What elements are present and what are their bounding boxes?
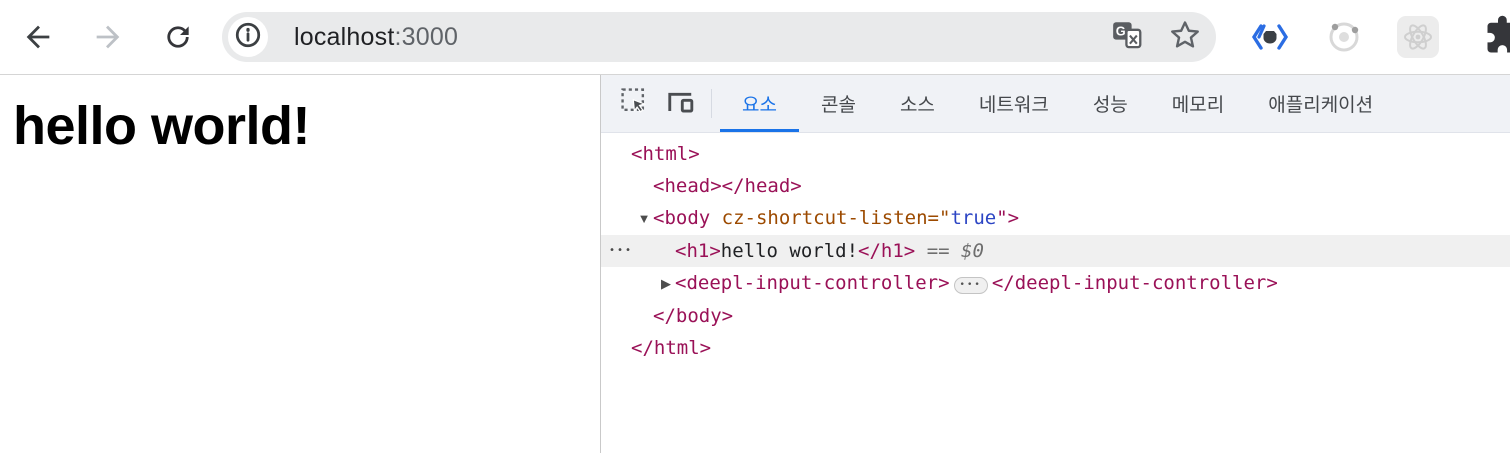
toolbar-divider [711, 89, 712, 118]
browser-toolbar: localhost:3000 G [0, 0, 1510, 75]
tree-row-deepl[interactable]: ▶ <deepl-input-controller> ••• </deepl-inpu… [601, 267, 1510, 300]
google-translate-icon[interactable]: G [1112, 20, 1142, 55]
orbit-extension-icon[interactable] [1322, 15, 1366, 59]
expander-down-icon[interactable]: ▼ [635, 203, 653, 235]
body-attr-equals: =" [927, 207, 951, 229]
reload-button[interactable] [152, 11, 204, 63]
github-code-extension-icon[interactable] [1248, 15, 1292, 59]
devtools-tabs: 요소 콘솔 소스 네트워크 성능 메모리 애플리케이션 [720, 75, 1395, 132]
url-host: localhost [294, 22, 395, 51]
expander-right-icon[interactable]: ▶ [657, 268, 675, 300]
h1-close-tag: </h1> [858, 240, 916, 262]
dollar-zero-ref: $0 [961, 240, 984, 262]
html-close-tag: </html> [631, 337, 712, 359]
device-toolbar-icon [665, 86, 696, 122]
star-outline-icon[interactable] [1168, 18, 1202, 57]
puzzle-piece-icon [1484, 15, 1510, 60]
more-actions-dots-icon[interactable]: ••• [609, 235, 633, 267]
body-open-tag: <body [653, 207, 722, 229]
rendered-page: hello world! [0, 75, 601, 453]
tab-application[interactable]: 애플리케이션 [1246, 75, 1395, 132]
back-button[interactable] [12, 11, 64, 63]
url-text[interactable]: localhost:3000 [294, 23, 1112, 52]
devtools-tabbar: 요소 콘솔 소스 네트워크 성능 메모리 애플리케이션 [601, 75, 1510, 133]
tree-row-head[interactable]: <head></head> [601, 170, 1510, 202]
tree-row-body-open[interactable]: ▼ <body cz-shortcut-listen="true"> [601, 202, 1510, 235]
url-port: :3000 [394, 22, 459, 51]
site-info-button[interactable] [228, 17, 268, 57]
body-attr-value: true [950, 207, 997, 229]
forward-arrow-icon [91, 20, 125, 54]
tab-console[interactable]: 콘솔 [799, 75, 878, 132]
head-tags: <head></head> [653, 175, 802, 197]
extensions-menu-button[interactable] [1484, 14, 1510, 61]
deepl-close-tag: </deepl-input-controller> [991, 272, 1278, 294]
body-close-tag: </body> [653, 305, 734, 327]
address-bar[interactable]: localhost:3000 G [222, 12, 1216, 62]
forward-button[interactable] [82, 11, 134, 63]
deepl-open-tag: <deepl-input-controller> [675, 272, 950, 294]
html-open-tag: <html> [631, 143, 700, 165]
tree-row-html-open[interactable]: <html> [601, 138, 1510, 170]
tab-sources[interactable]: 소스 [878, 75, 957, 132]
react-atom-icon [1397, 16, 1439, 58]
tab-network[interactable]: 네트워크 [957, 75, 1071, 132]
elements-dom-tree: <html> <head></head> ▼ <body cz-shortcut-… [601, 133, 1510, 453]
tab-performance[interactable]: 성능 [1071, 75, 1150, 132]
body-attr-name: cz-shortcut-listen [721, 207, 928, 229]
inspect-element-icon [619, 86, 650, 122]
tree-row-html-close[interactable]: </html> [601, 332, 1510, 364]
inspect-element-button[interactable] [611, 75, 657, 132]
body-end-bracket: "> [996, 207, 1020, 229]
page-heading: hello world! [13, 96, 311, 156]
equals-hint: == [915, 240, 962, 262]
info-circle-icon [233, 20, 263, 55]
device-toolbar-button[interactable] [657, 75, 703, 132]
svg-text:G: G [1116, 24, 1126, 38]
tab-elements[interactable]: 요소 [720, 75, 799, 132]
collapsed-content-dots-icon[interactable]: ••• [953, 277, 988, 294]
h1-text-node: hello world! [720, 240, 859, 262]
tree-row-h1-selected[interactable]: ••• <h1>hello world!</h1> == $0 [601, 235, 1510, 267]
react-devtools-extension-icon[interactable] [1396, 15, 1440, 59]
tab-memory[interactable]: 메모리 [1150, 75, 1246, 132]
reload-icon [162, 21, 194, 53]
devtools-panel: 요소 콘솔 소스 네트워크 성능 메모리 애플리케이션 <html> <head… [601, 75, 1510, 453]
tree-row-body-close[interactable]: </body> [601, 300, 1510, 332]
browser-content: hello world! 요소 콘솔 소스 네트워크 성능 메모리 애플리케이션… [0, 75, 1510, 453]
h1-open-tag: <h1> [675, 240, 721, 262]
back-arrow-icon [21, 20, 55, 54]
